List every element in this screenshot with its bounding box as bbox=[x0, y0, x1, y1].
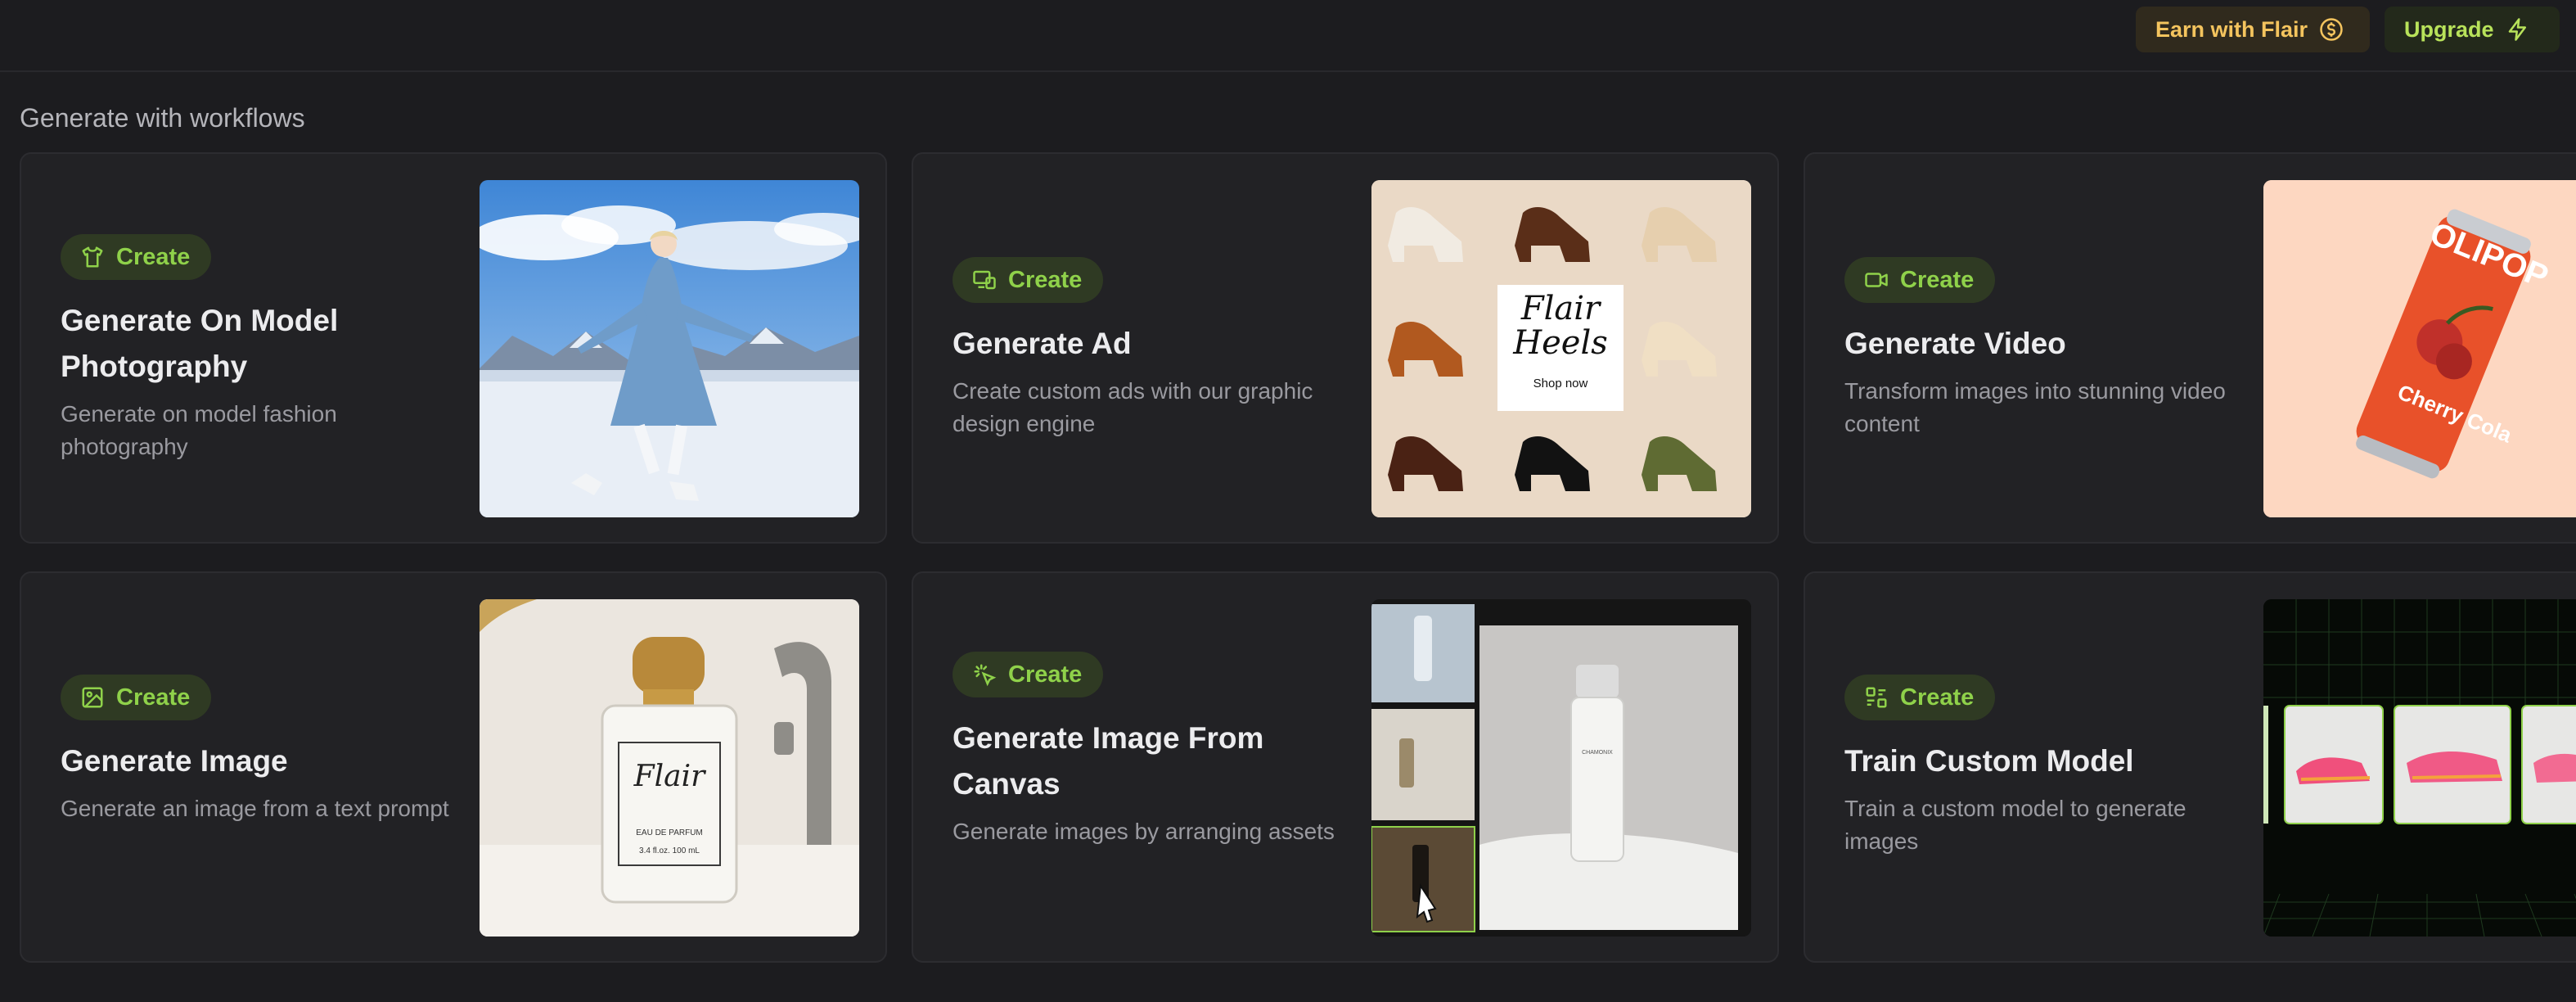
card-description: Train a custom model to generate images bbox=[1844, 796, 2186, 854]
thumbnail-skater bbox=[480, 180, 859, 517]
perfume-size: 3.4 fl.oz. 100 mL bbox=[639, 846, 700, 855]
card-title: Generate Image From Canvas bbox=[952, 721, 1264, 801]
shirt-icon bbox=[82, 246, 103, 268]
thumbnail-canvas: CHAMONIX bbox=[1371, 599, 1751, 937]
create-badge[interactable]: Create bbox=[952, 257, 1104, 303]
card-description: Create custom ads with our graphic desig… bbox=[952, 378, 1313, 436]
dollar-coin-icon bbox=[2320, 18, 2343, 41]
thumbnail-soda-can: OLIPOP Cherry Cola bbox=[2263, 180, 2576, 517]
model-icon bbox=[1866, 687, 1887, 708]
card-title: Generate On Model Photography bbox=[61, 304, 339, 383]
earn-label: Earn with Flair bbox=[2155, 16, 2308, 42]
create-badge[interactable]: Create bbox=[1844, 675, 1996, 720]
canvas-brand: CHAMONIX bbox=[1582, 750, 1613, 756]
workflow-card-train-model[interactable]: Create Train Custom Model Train a custom… bbox=[1804, 571, 2576, 963]
badge-label: Create bbox=[116, 243, 191, 270]
badge-label: Create bbox=[1008, 661, 1083, 688]
badge-label: Create bbox=[1900, 266, 1975, 293]
card-title: Generate Video bbox=[1844, 327, 2066, 360]
section-title: Generate with workflows bbox=[20, 103, 305, 133]
workflow-card-video[interactable]: Create Generate Video Transform images i… bbox=[1804, 152, 2576, 544]
workflow-card-on-model[interactable]: Create Generate On Model Photography Gen… bbox=[20, 152, 887, 544]
video-camera-icon bbox=[1865, 273, 1888, 287]
card-description: Generate on model fashion photography bbox=[61, 401, 337, 459]
card-description: Transform images into stunning video con… bbox=[1844, 378, 2226, 436]
perfume-sub: EAU DE PARFUM bbox=[636, 828, 703, 837]
sparkle-cursor-icon bbox=[974, 664, 997, 687]
top-bar: Earn with Flair Upgrade bbox=[0, 0, 2576, 72]
workflow-card-image[interactable]: Create Generate Image Generate an image … bbox=[20, 571, 887, 963]
upgrade-label: Upgrade bbox=[2404, 16, 2494, 42]
workflow-card-canvas[interactable]: Create Generate Image From Canvas Genera… bbox=[912, 571, 1779, 963]
create-badge[interactable]: Create bbox=[61, 234, 212, 280]
badge-label: Create bbox=[1008, 266, 1083, 293]
badge-label: Create bbox=[1900, 684, 1975, 711]
ad-devices-icon bbox=[973, 270, 996, 290]
thumbnail-shoe-carousel bbox=[2263, 599, 2576, 937]
upgrade-button[interactable]: Upgrade bbox=[2385, 7, 2560, 52]
create-badge[interactable]: Create bbox=[61, 675, 212, 720]
create-badge[interactable]: Create bbox=[952, 652, 1104, 697]
badge-label: Create bbox=[116, 684, 191, 711]
card-title: Generate Image bbox=[61, 744, 288, 778]
perfume-brand: Flair bbox=[633, 760, 705, 793]
create-badge[interactable]: Create bbox=[1844, 257, 1996, 303]
ad-brand-line1: Flair bbox=[1520, 290, 1601, 327]
lightning-icon bbox=[2508, 18, 2526, 41]
card-description: Generate images by arranging assets bbox=[952, 819, 1335, 844]
thumbnail-heels-ad: Flair Heels Shop now bbox=[1371, 180, 1751, 517]
workflow-card-ad[interactable]: Create Generate Ad Create custom ads wit… bbox=[912, 152, 1779, 544]
ad-cta: Shop now bbox=[1533, 377, 1588, 390]
ad-brand-line2: Heels bbox=[1513, 324, 1608, 362]
thumbnail-perfume: Flair EAU DE PARFUM 3.4 fl.oz. 100 mL bbox=[480, 599, 859, 937]
earn-with-flair-button[interactable]: Earn with Flair bbox=[2136, 7, 2370, 52]
card-title: Generate Ad bbox=[952, 327, 1132, 360]
card-title: Train Custom Model bbox=[1844, 744, 2134, 778]
card-description: Generate an image from a text prompt bbox=[61, 796, 449, 821]
image-icon bbox=[82, 687, 103, 708]
